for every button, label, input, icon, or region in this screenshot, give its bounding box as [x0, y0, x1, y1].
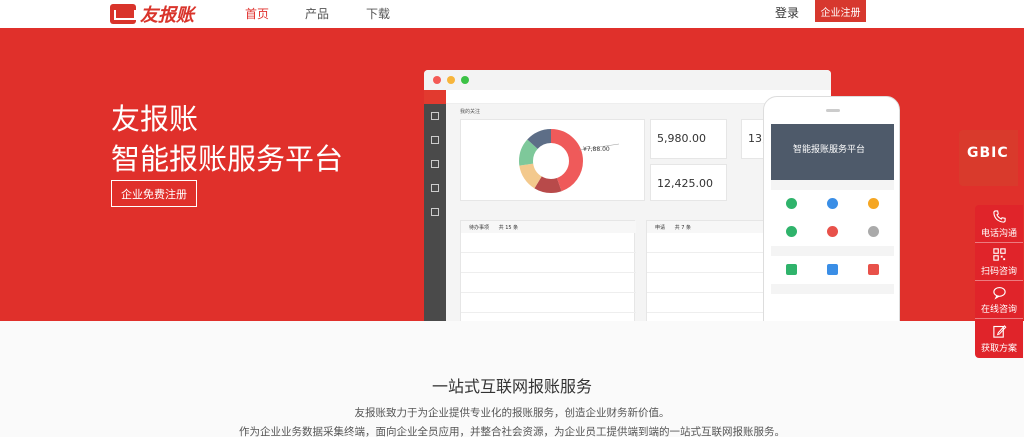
- app-logo-icon: [424, 90, 446, 104]
- grid-item: [771, 256, 812, 284]
- stat-card-1: 5,980.00: [650, 119, 727, 159]
- free-register-button[interactable]: 企业免费注册: [111, 180, 197, 207]
- grid-item: [812, 190, 853, 218]
- minimize-dot-icon: [447, 76, 455, 84]
- donut-chart: [519, 129, 620, 193]
- mobile-app-mockup: 智能报账服务平台: [763, 96, 900, 321]
- chart-value-label: ¥7,88.00: [583, 146, 610, 153]
- hero-banner: 友报账 智能报账服务平台 企业免费注册 我的关注 ¥7,88.00 5,980.…: [0, 28, 1024, 321]
- get-solution-button[interactable]: 获取方案: [975, 319, 1023, 357]
- phone-speaker: [826, 109, 840, 112]
- maximize-dot-icon: [461, 76, 469, 84]
- contact-panel: 电话沟通 扫码咨询 在线咨询 获取方案: [975, 205, 1023, 358]
- gbic-badge[interactable]: GBIC: [959, 130, 1018, 186]
- phone-app-grid: [771, 190, 894, 246]
- table-row: [461, 253, 636, 273]
- nav-home[interactable]: 首页: [245, 5, 269, 22]
- window-titlebar: [424, 70, 831, 90]
- grid-item: [771, 218, 812, 246]
- logo-text: 友报账: [140, 5, 194, 26]
- table-row: [461, 233, 636, 253]
- hero-title: 友报账: [111, 102, 199, 136]
- home-icon: [424, 104, 446, 128]
- edit-icon: [992, 325, 1006, 338]
- phone-icon: [992, 210, 1006, 223]
- qrcode-icon: [992, 248, 1006, 261]
- nav-products[interactable]: 产品: [305, 5, 329, 22]
- section-label: 我的关注: [460, 109, 481, 115]
- expense-chart-card: ¥7,88.00: [460, 119, 645, 201]
- top-header: 友报账 首页 产品 下载 登录 企业注册: [0, 0, 1024, 28]
- sidebar-icon-4: [424, 176, 446, 200]
- sidebar-icon-2: [424, 128, 446, 152]
- table-row: [461, 313, 636, 321]
- section-description-1: 友报账致力于为企业提供专业化的报账服务，创造企业财务新价值。: [354, 407, 670, 419]
- phone-app-grid-2: [771, 256, 894, 284]
- grid-item: [853, 218, 894, 246]
- phone-screen: 智能报账服务平台: [771, 124, 894, 321]
- app-sidebar: [424, 90, 446, 321]
- login-link[interactable]: 登录: [775, 4, 799, 21]
- sidebar-icon-3: [424, 152, 446, 176]
- hero-subtitle: 智能报账服务平台: [111, 142, 344, 176]
- section-description-2: 作为企业业务数据采集终端，面向企业全员应用，并整合社会资源，为企业员工提供端到端…: [239, 426, 785, 437]
- phone-section-header: [771, 284, 894, 294]
- phone-section-header: [771, 180, 894, 190]
- qrcode-contact-button[interactable]: 扫码咨询: [975, 243, 1023, 281]
- todo-table: 待办事项 共 15 条: [460, 220, 636, 321]
- logo-icon: [110, 4, 136, 24]
- close-dot-icon: [433, 76, 441, 84]
- phone-banner: 智能报账服务平台: [771, 124, 894, 180]
- table-row: [461, 273, 636, 293]
- section-title: 一站式互联网报账服务: [431, 377, 592, 396]
- page: 友报账 首页 产品 下载 登录 企业注册 友报账 智能报账服务平台 企业免费注册: [0, 0, 1024, 437]
- grid-item: [812, 218, 853, 246]
- nav-download[interactable]: 下载: [366, 5, 390, 22]
- register-button[interactable]: 企业注册: [815, 0, 866, 22]
- phone-contact-button[interactable]: 电话沟通: [975, 205, 1023, 243]
- grid-item: [853, 256, 894, 284]
- sidebar-icon-5: [424, 200, 446, 224]
- stat-card-2: 12,425.00: [650, 164, 727, 201]
- chat-icon: [992, 286, 1006, 300]
- grid-item: [853, 190, 894, 218]
- grid-item: [812, 256, 853, 284]
- phone-section-header: [771, 246, 894, 256]
- table-row: [461, 293, 636, 313]
- logo[interactable]: 友报账: [110, 1, 194, 27]
- online-chat-button[interactable]: 在线咨询: [975, 281, 1023, 319]
- grid-item: [771, 190, 812, 218]
